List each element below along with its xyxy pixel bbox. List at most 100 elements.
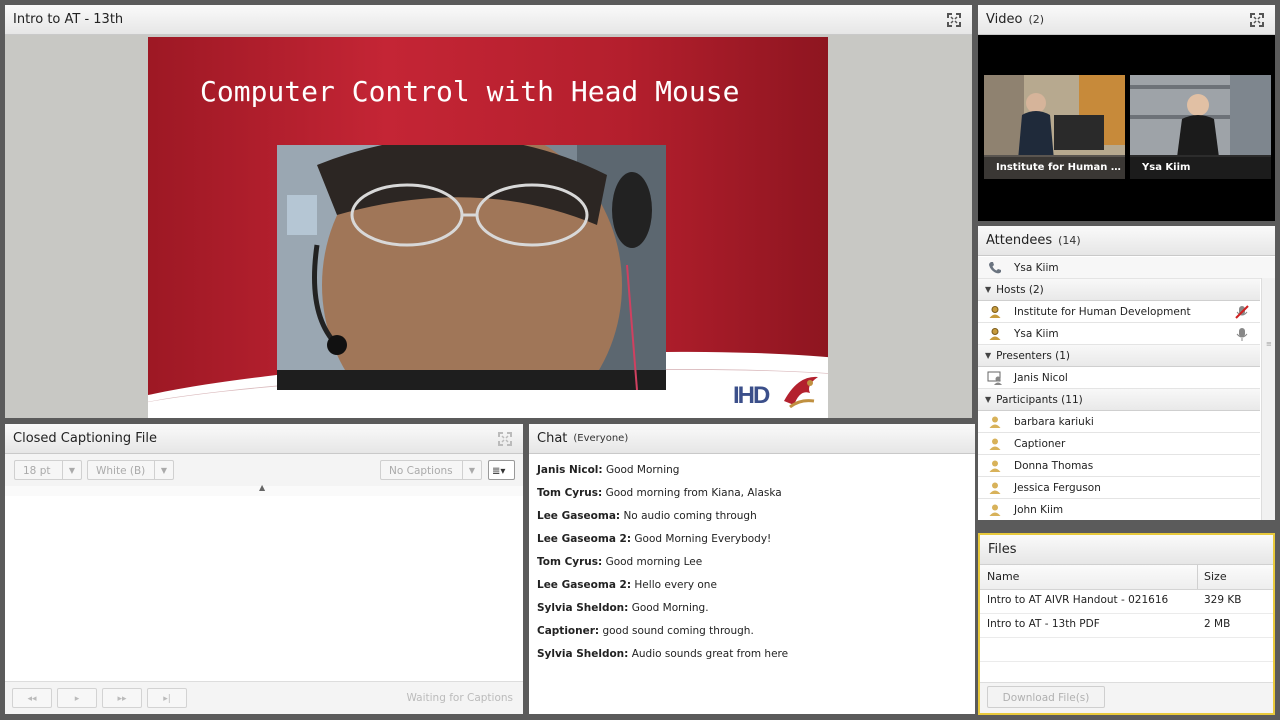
files-pod-header: Files: [980, 535, 1273, 565]
attendee-row[interactable]: Donna Thomas: [978, 455, 1260, 477]
attendee-row[interactable]: Ysa Kiim: [978, 323, 1260, 345]
collapse-triangle-icon[interactable]: ▼: [985, 395, 991, 404]
file-row-empty: [980, 637, 1273, 662]
cc-footer: ◂◂ ▸ ▸▸ ▸| Waiting for Captions: [5, 681, 523, 714]
chat-text: Good Morning: [602, 464, 680, 476]
attendees-pod-title: Attendees: [986, 233, 1053, 248]
group-label: Hosts (2): [996, 283, 1044, 296]
font-size-dropdown[interactable]: 18 pt ▼: [14, 460, 82, 480]
cc-pod-header: Closed Captioning File: [5, 424, 523, 454]
chat-text: No audio coming through: [620, 510, 757, 522]
play-icon: ▸: [74, 694, 80, 704]
chat-text: Good Morning Everybody!: [631, 533, 772, 545]
host-user-icon: [986, 325, 1004, 343]
chat-message: Tom Cyrus: Good morning Lee: [537, 556, 702, 568]
chat-message: Lee Gaseoma 2: Hello every one: [537, 579, 717, 591]
chat-message: Lee Gaseoma 2: Good Morning Everybody!: [537, 533, 771, 545]
chevron-up-icon[interactable]: ▲: [259, 483, 265, 492]
mic-muted-icon: [1235, 305, 1249, 319]
chat-sender: Sylvia Sheldon:: [537, 602, 629, 614]
file-row[interactable]: Intro to AT - 13th PDF 2 MB: [980, 613, 1273, 638]
play-caption-button[interactable]: ▸: [57, 688, 97, 708]
video-pod-title: Video: [986, 12, 1023, 27]
last-caption-button[interactable]: ▸|: [147, 688, 187, 708]
attendee-name: Institute for Human Development: [1014, 305, 1191, 318]
mic-icon: [1236, 328, 1248, 341]
column-size[interactable]: Size: [1204, 570, 1227, 583]
file-name: Intro to AT - 13th PDF: [987, 618, 1100, 630]
chat-sender: Lee Gaseoma 2:: [537, 579, 632, 591]
chat-text: good sound coming through.: [599, 625, 754, 637]
files-pod-title: Files: [988, 542, 1017, 557]
chat-sender: Tom Cyrus:: [537, 487, 603, 499]
chat-text: Good Morning.: [628, 602, 709, 614]
chat-message: Janis Nicol: Good Morning: [537, 464, 679, 476]
chat-sender: Sylvia Sheldon:: [537, 648, 629, 660]
fullscreen-icon[interactable]: [1249, 12, 1265, 28]
attendee-row[interactable]: Captioner: [978, 433, 1260, 455]
attendees-scrollbar[interactable]: ≡: [1261, 278, 1275, 520]
attendee-name: barbara kariuki: [1014, 415, 1094, 428]
chat-text: Audio sounds great from here: [628, 648, 789, 660]
slide-title: Computer Control with Head Mouse: [200, 75, 740, 108]
chevron-down-icon: ▼: [62, 461, 81, 479]
column-name[interactable]: Name: [987, 570, 1019, 583]
caption-status: Waiting for Captions: [406, 692, 513, 704]
scroll-grip-icon[interactable]: ≡: [1266, 340, 1272, 348]
chat-sender: Tom Cyrus:: [537, 556, 603, 568]
share-pod-header: Intro to AT - 13th: [5, 5, 972, 35]
skip-end-icon: ▸|: [163, 694, 171, 704]
color-dropdown[interactable]: White (B) ▼: [87, 460, 174, 480]
skip-back-icon: ◂◂: [27, 694, 37, 704]
video-pod-header: Video (2): [978, 5, 1275, 35]
video-tile-name: Ysa Kiim: [1130, 157, 1271, 179]
chat-scope: (Everyone): [573, 433, 629, 444]
chat-text: Good morning Lee: [602, 556, 703, 568]
chat-sender: Janis Nicol:: [537, 464, 603, 476]
chat-message: Sylvia Sheldon: Audio sounds great from …: [537, 648, 788, 660]
group-participants[interactable]: ▼ Participants (11): [978, 389, 1260, 411]
captions-dropdown[interactable]: No Captions ▼: [380, 460, 482, 480]
presenter-icon: [986, 369, 1004, 387]
attendee-row[interactable]: Janis Nicol: [978, 367, 1260, 389]
captions-value: No Captions: [389, 465, 453, 477]
participant-user-icon: [986, 435, 1004, 453]
chat-message: Captioner: good sound coming through.: [537, 625, 754, 637]
files-pod: Files Name Size Intro to AT AIVR Handout…: [978, 533, 1275, 715]
attendee-name: Captioner: [1014, 437, 1066, 450]
download-files-button[interactable]: Download File(s): [987, 686, 1105, 708]
share-pod: Intro to AT - 13th Computer Control with…: [5, 5, 972, 418]
attendee-name: Donna Thomas: [1014, 459, 1094, 472]
attendee-name: Ysa Kiim: [1014, 327, 1059, 340]
chat-text: Hello every one: [631, 579, 717, 591]
attendee-row[interactable]: John Kiim: [978, 499, 1260, 520]
chat-message: Lee Gaseoma: No audio coming through: [537, 510, 757, 522]
chevron-down-icon: ▼: [462, 461, 481, 479]
collapse-triangle-icon[interactable]: ▼: [985, 285, 991, 294]
first-caption-button[interactable]: ◂◂: [12, 688, 52, 708]
attendee-row[interactable]: Jessica Ferguson: [978, 477, 1260, 499]
menu-icon: ≣▾: [492, 466, 506, 477]
chat-message: Sylvia Sheldon: Good Morning.: [537, 602, 709, 614]
options-menu-button[interactable]: ≣▾: [488, 460, 515, 480]
participant-user-icon: [986, 413, 1004, 431]
fullscreen-icon[interactable]: [497, 431, 513, 447]
attendee-row[interactable]: barbara kariuki: [978, 411, 1260, 433]
group-hosts[interactable]: ▼ Hosts (2): [978, 279, 1260, 301]
attendee-name: John Kiim: [1014, 503, 1064, 516]
my-status-row[interactable]: Ysa Kiim: [978, 257, 1275, 279]
chat-message: Tom Cyrus: Good morning from Kiana, Alas…: [537, 487, 782, 499]
fullscreen-icon[interactable]: [946, 12, 962, 28]
file-size: 329 KB: [1204, 594, 1242, 606]
video-tile[interactable]: Ysa Kiim: [1130, 75, 1271, 179]
attendees-pod: Attendees (14) Ysa Kiim ▼ Hosts (2) Inst…: [978, 226, 1275, 520]
group-presenters[interactable]: ▼ Presenters (1): [978, 345, 1260, 367]
video-tile[interactable]: Institute for Human D...: [984, 75, 1125, 179]
collapse-triangle-icon[interactable]: ▼: [985, 351, 991, 360]
fast-forward-button[interactable]: ▸▸: [102, 688, 142, 708]
host-user-icon: [986, 303, 1004, 321]
file-row[interactable]: Intro to AT AIVR Handout - 021616 329 KB: [980, 589, 1273, 614]
presentation-slide: Computer Control with Head Mouse IHD: [148, 37, 828, 418]
chevron-down-icon: ▼: [154, 461, 173, 479]
attendee-row[interactable]: Institute for Human Development: [978, 301, 1260, 323]
